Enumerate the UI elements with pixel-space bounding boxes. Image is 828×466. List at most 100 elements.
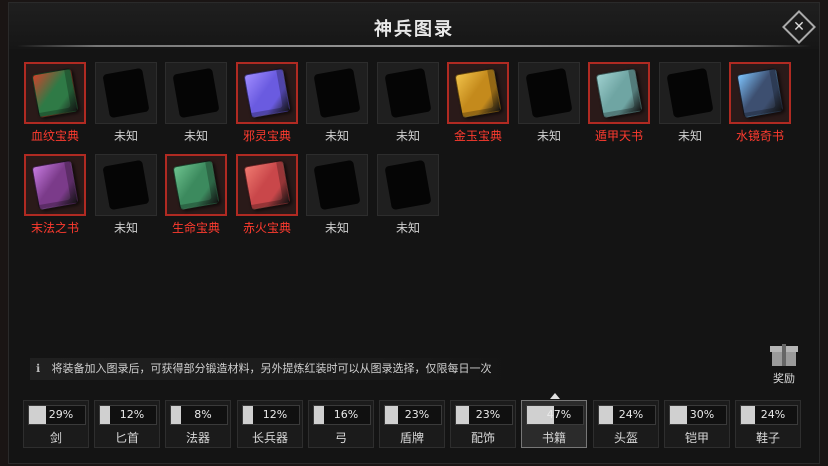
item-name: 未知 (395, 129, 420, 143)
progress-bar: 29% (28, 405, 86, 425)
item-name: 未知 (113, 129, 138, 143)
item-slot (95, 62, 157, 124)
item-slot (24, 62, 86, 124)
item-slot (165, 62, 227, 124)
unknown-book-icon (384, 67, 432, 119)
unknown-book-icon (313, 159, 361, 211)
tab-category[interactable]: 8% 法器 (165, 400, 231, 448)
codex-item[interactable]: 金玉宝典 (447, 62, 509, 144)
book-evil-spirit-icon (243, 67, 291, 119)
progress-percent: 12% (119, 408, 145, 421)
item-slot (95, 154, 157, 216)
tab-label: 匕首 (114, 431, 139, 445)
unknown-book-icon (666, 67, 714, 119)
item-name: 未知 (324, 129, 349, 143)
tab-category[interactable]: 23% 配饰 (450, 400, 516, 448)
item-slot (447, 62, 509, 124)
codex-item[interactable]: 未知 (95, 154, 157, 236)
tab-category[interactable]: 12% 匕首 (94, 400, 160, 448)
info-icon: ℹ (36, 362, 41, 375)
progress-bar: 23% (455, 405, 513, 425)
tab-label: 法器 (185, 431, 210, 445)
codex-item[interactable]: 未知 (165, 62, 227, 144)
codex-item[interactable]: 遁甲天书 (588, 62, 650, 144)
codex-item[interactable]: 末法之书 (24, 154, 86, 236)
codex-item[interactable]: 未知 (377, 62, 439, 144)
title-divider (17, 45, 811, 47)
item-name: 未知 (324, 221, 349, 235)
item-slot (306, 62, 368, 124)
notice-text: 将装备加入图录后，可获得部分锻造材料，另外提炼红装时可以从图录选择，仅限每日一次 (51, 362, 492, 375)
codex-item[interactable]: 未知 (659, 62, 721, 144)
info-notice: ℹ 将装备加入图录后，可获得部分锻造材料，另外提炼红装时可以从图录选择，仅限每日… (30, 358, 514, 380)
item-name: 未知 (183, 129, 208, 143)
item-name: 未知 (536, 129, 561, 143)
tab-label: 长兵器 (251, 431, 288, 445)
tab-category[interactable]: 16% 弓 (308, 400, 374, 448)
progress-percent: 8% (194, 408, 212, 421)
progress-percent: 24% (760, 408, 786, 421)
title-bar: 神兵图录 (9, 3, 819, 49)
tab-label: 剑 (49, 431, 62, 445)
item-name: 赤火宝典 (242, 221, 291, 235)
gift-icon (770, 342, 798, 366)
tab-category[interactable]: 23% 盾牌 (379, 400, 445, 448)
codex-item[interactable]: 血纹宝典 (24, 62, 86, 144)
tab-category[interactable]: 12% 长兵器 (237, 400, 303, 448)
codex-item[interactable]: 未知 (377, 154, 439, 236)
codex-item[interactable]: 未知 (306, 62, 368, 144)
book-red-fire-icon (243, 159, 291, 211)
tab-category[interactable]: 47% 书籍 (521, 393, 587, 448)
tab-category[interactable]: 30% 铠甲 (664, 400, 730, 448)
progress-percent: 30% (689, 408, 715, 421)
progress-bar: 23% (384, 405, 442, 425)
tab-category[interactable]: 29% 剑 (23, 400, 89, 448)
codex-item[interactable]: 生命宝典 (165, 154, 227, 236)
progress-bar: 30% (669, 405, 727, 425)
reward-label: 奖励 (773, 372, 795, 385)
item-slot (306, 154, 368, 216)
book-life-icon (172, 159, 220, 211)
item-name: 未知 (395, 221, 420, 235)
tab-category[interactable]: 24% 头盔 (593, 400, 659, 448)
tab-category[interactable]: 24% 鞋子 (735, 400, 801, 448)
unknown-book-icon (384, 159, 432, 211)
progress-percent: 47% (546, 408, 572, 421)
codex-item[interactable]: 未知 (518, 62, 580, 144)
unknown-book-icon (525, 67, 573, 119)
tab-label: 配饰 (470, 431, 495, 445)
item-slot (518, 62, 580, 124)
progress-percent: 23% (404, 408, 430, 421)
progress-percent: 23% (475, 408, 501, 421)
codex-item[interactable]: 未知 (306, 154, 368, 236)
close-icon: ✕ (793, 19, 805, 35)
codex-item[interactable]: 未知 (95, 62, 157, 144)
item-name: 遁甲天书 (594, 129, 643, 143)
unknown-book-icon (102, 67, 150, 119)
progress-percent: 16% (333, 408, 359, 421)
unknown-book-icon (102, 159, 150, 211)
item-name: 生命宝典 (171, 221, 220, 235)
codex-item[interactable]: 水镜奇书 (729, 62, 791, 144)
book-water-mirror-icon (736, 67, 784, 119)
codex-item[interactable]: 赤火宝典 (236, 154, 298, 236)
item-slot (659, 62, 721, 124)
item-slot (24, 154, 86, 216)
item-slot (236, 154, 298, 216)
item-name: 水镜奇书 (735, 129, 784, 143)
window-title: 神兵图录 (374, 19, 454, 40)
item-name: 血纹宝典 (30, 129, 79, 143)
progress-bar: 12% (99, 405, 157, 425)
tab-label: 盾牌 (399, 431, 424, 445)
book-heavenly-icon (595, 67, 643, 119)
item-name: 末法之书 (30, 221, 79, 235)
progress-percent: 29% (48, 408, 74, 421)
item-name: 未知 (113, 221, 138, 235)
tab-label: 鞋子 (755, 431, 780, 445)
codex-item[interactable]: 邪灵宝典 (236, 62, 298, 144)
item-slot (729, 62, 791, 124)
book-blood-pattern-icon (31, 67, 79, 119)
item-slot (165, 154, 227, 216)
active-caret-icon (550, 393, 560, 399)
reward-button[interactable]: 奖励 (766, 342, 802, 386)
